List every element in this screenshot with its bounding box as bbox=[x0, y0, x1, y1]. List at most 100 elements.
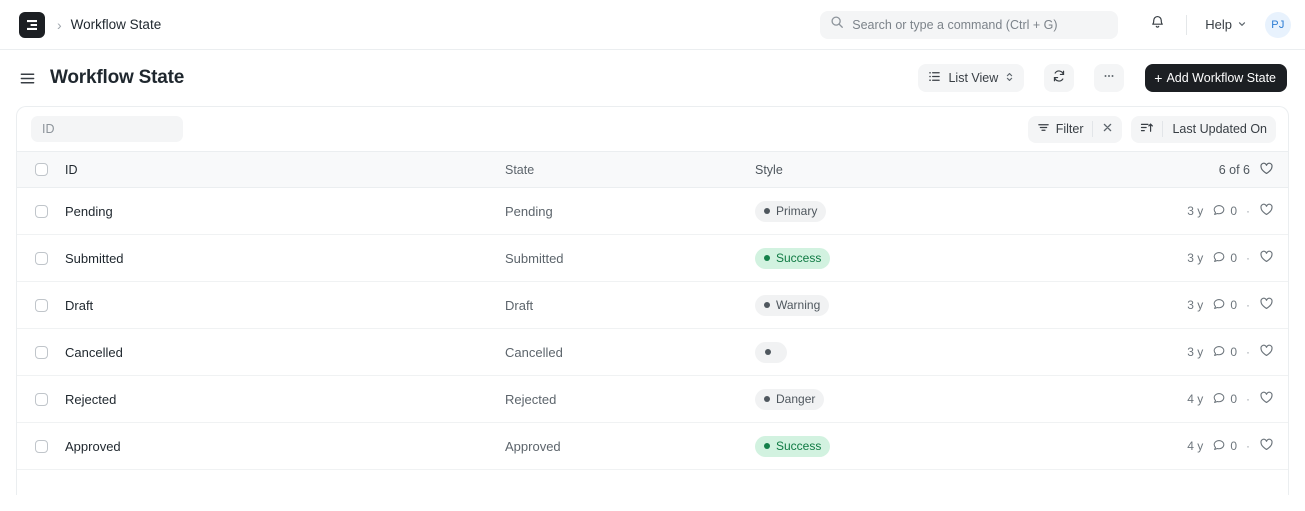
sort-direction-button[interactable] bbox=[1131, 116, 1162, 143]
result-count: 6 of 6 bbox=[1218, 162, 1250, 177]
comment-count[interactable]: 0 bbox=[1212, 438, 1237, 455]
row-checkbox[interactable] bbox=[34, 345, 48, 359]
cell-id[interactable]: Cancelled bbox=[65, 345, 505, 360]
cell-state: Approved bbox=[505, 438, 561, 454]
table-row[interactable]: Rejected Rejected Danger 4 y 0 · bbox=[17, 376, 1288, 423]
cell-state: Cancelled bbox=[505, 344, 563, 360]
id-filter-input[interactable] bbox=[42, 122, 172, 136]
frappe-logo-icon[interactable] bbox=[19, 11, 45, 38]
column-header-id[interactable]: ID bbox=[65, 163, 505, 177]
header-meta: 6 of 6 bbox=[1125, 161, 1274, 179]
row-meta: 4 y 0 · bbox=[1125, 437, 1274, 455]
refresh-button[interactable] bbox=[1044, 64, 1075, 92]
meta-separator: · bbox=[1246, 439, 1250, 453]
search-input[interactable] bbox=[852, 17, 1109, 32]
last-modified: 3 y bbox=[1187, 251, 1204, 265]
badge-dot-icon bbox=[764, 396, 770, 402]
close-icon bbox=[1102, 122, 1113, 136]
comment-count[interactable]: 0 bbox=[1212, 250, 1237, 267]
global-search[interactable] bbox=[820, 10, 1119, 39]
table-row[interactable]: Approved Approved Success 4 y 0 · bbox=[17, 423, 1288, 470]
column-header-state[interactable]: State bbox=[505, 163, 755, 177]
row-meta: 4 y 0 · bbox=[1125, 390, 1274, 408]
comment-count-value: 0 bbox=[1230, 204, 1237, 218]
help-menu[interactable]: Help bbox=[1201, 14, 1251, 35]
filter-label: Filter bbox=[1055, 122, 1084, 136]
last-modified: 3 y bbox=[1187, 298, 1204, 312]
badge-dot-icon bbox=[764, 302, 770, 308]
row-select-cell[interactable] bbox=[17, 204, 65, 218]
cell-style: Danger bbox=[755, 388, 1125, 410]
row-meta: 3 y 0 · bbox=[1125, 296, 1274, 314]
table-row[interactable]: Pending Pending Primary 3 y 0 · bbox=[17, 188, 1288, 235]
heart-icon[interactable] bbox=[1259, 296, 1274, 314]
table-row[interactable]: Draft Draft Warning 3 y 0 · bbox=[17, 282, 1288, 329]
comment-count[interactable]: 0 bbox=[1212, 297, 1237, 314]
breadcrumb-separator: › bbox=[57, 16, 62, 33]
row-select-cell[interactable] bbox=[17, 439, 65, 453]
search-icon bbox=[830, 15, 844, 34]
clear-filter-button[interactable] bbox=[1093, 116, 1122, 143]
notifications-button[interactable] bbox=[1142, 10, 1172, 40]
cell-id[interactable]: Approved bbox=[65, 439, 505, 454]
row-select-cell[interactable] bbox=[17, 298, 65, 312]
comment-icon bbox=[1212, 344, 1226, 361]
table-row[interactable]: Cancelled Cancelled 3 y 0 · bbox=[17, 329, 1288, 376]
filter-button-group: Filter bbox=[1027, 115, 1123, 143]
select-all-checkbox[interactable] bbox=[34, 163, 48, 176]
row-select-cell[interactable] bbox=[17, 345, 65, 359]
row-select-cell[interactable] bbox=[17, 251, 65, 265]
badge-label: Primary bbox=[776, 204, 818, 218]
cell-id[interactable]: Draft bbox=[65, 298, 505, 313]
comment-count[interactable]: 0 bbox=[1212, 391, 1237, 408]
status-badge: Primary bbox=[755, 200, 827, 222]
table-row[interactable]: Submitted Submitted Success 3 y 0 · bbox=[17, 235, 1288, 282]
sort-field-button[interactable]: Last Updated On bbox=[1163, 116, 1276, 143]
more-options-button[interactable] bbox=[1094, 64, 1125, 92]
comment-icon bbox=[1212, 203, 1226, 220]
hamburger-menu-icon[interactable] bbox=[16, 67, 38, 89]
heart-icon[interactable] bbox=[1259, 343, 1274, 361]
comment-count-value: 0 bbox=[1230, 298, 1237, 312]
badge-label: Success bbox=[776, 439, 822, 453]
heart-icon[interactable] bbox=[1259, 202, 1274, 220]
heart-icon[interactable] bbox=[1259, 390, 1274, 408]
sort-ascending-icon bbox=[1140, 121, 1154, 137]
status-badge: Danger bbox=[755, 388, 825, 410]
view-switcher-button[interactable]: List View bbox=[918, 64, 1025, 92]
last-modified: 3 y bbox=[1187, 345, 1204, 359]
list-view-icon bbox=[928, 70, 941, 86]
comment-count[interactable]: 0 bbox=[1212, 344, 1237, 361]
row-checkbox[interactable] bbox=[34, 204, 48, 218]
heart-icon[interactable] bbox=[1259, 249, 1274, 267]
row-select-cell[interactable] bbox=[17, 392, 65, 406]
comment-icon bbox=[1212, 438, 1226, 455]
cell-id[interactable]: Rejected bbox=[65, 392, 505, 407]
id-filter-field[interactable] bbox=[31, 116, 183, 142]
meta-separator: · bbox=[1246, 298, 1250, 312]
row-checkbox[interactable] bbox=[34, 298, 48, 312]
row-checkbox[interactable] bbox=[34, 392, 48, 406]
row-checkbox[interactable] bbox=[34, 439, 48, 453]
heart-icon[interactable] bbox=[1259, 161, 1274, 179]
meta-separator: · bbox=[1246, 345, 1250, 359]
select-all-cell[interactable] bbox=[17, 163, 65, 176]
comment-count[interactable]: 0 bbox=[1212, 203, 1237, 220]
row-checkbox[interactable] bbox=[34, 251, 48, 265]
filter-bar: Filter bbox=[17, 107, 1288, 152]
comment-count-value: 0 bbox=[1230, 439, 1237, 453]
avatar[interactable]: PJ bbox=[1265, 11, 1291, 38]
cell-id[interactable]: Submitted bbox=[65, 251, 505, 266]
chevron-down-icon bbox=[1237, 17, 1247, 32]
breadcrumb[interactable]: Workflow State bbox=[71, 17, 162, 32]
column-header-style[interactable]: Style bbox=[755, 163, 1125, 177]
add-workflow-state-button[interactable]: + Add Workflow State bbox=[1145, 64, 1287, 92]
cell-state: Pending bbox=[505, 203, 553, 219]
cell-id[interactable]: Pending bbox=[65, 204, 505, 219]
table-body: Pending Pending Primary 3 y 0 · Submitte… bbox=[17, 188, 1288, 470]
meta-separator: · bbox=[1246, 204, 1250, 218]
table-header: ID State Style 6 of 6 bbox=[17, 152, 1288, 188]
heart-icon[interactable] bbox=[1259, 437, 1274, 455]
filter-button[interactable]: Filter bbox=[1028, 116, 1093, 143]
status-badge: Warning bbox=[755, 294, 830, 316]
